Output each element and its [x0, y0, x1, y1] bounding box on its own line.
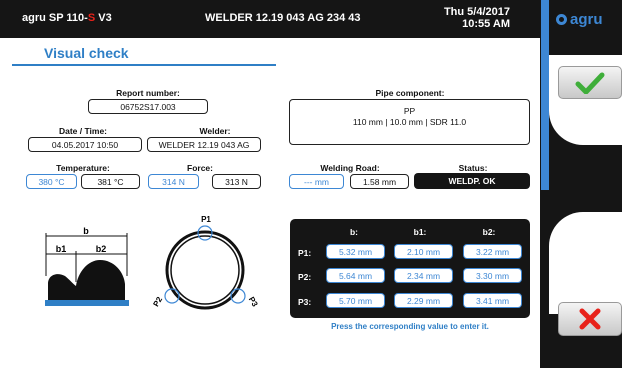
row-label-p3: P3:	[298, 297, 312, 307]
checkmark-icon	[575, 72, 605, 94]
label-b1: b1	[56, 244, 67, 254]
pipe-spec: 110 mm | 10.0 mm | SDR 11.0	[352, 117, 467, 127]
temperature-set-field[interactable]: 380 °C	[26, 174, 77, 189]
confirm-button[interactable]	[558, 66, 622, 99]
close-icon	[579, 308, 601, 330]
force-actual-field[interactable]: 313 N	[212, 174, 261, 189]
force-label: Force:	[187, 163, 213, 173]
datetime-label: Date / Time:	[58, 126, 108, 136]
scrollbar[interactable]	[541, 0, 549, 190]
current-date: Thu 5/4/2017	[443, 6, 510, 18]
row-label-p1: P1:	[298, 248, 312, 258]
label-p3: P3	[247, 295, 260, 308]
weld-bead-shape	[48, 260, 125, 300]
current-time: 10:55 AM	[462, 18, 510, 30]
status-label: Status:	[458, 163, 488, 173]
cancel-button[interactable]	[558, 302, 622, 336]
welder-label: Welder:	[199, 126, 231, 136]
datetime-field[interactable]: 04.05.2017 10:50	[28, 137, 142, 152]
report-number-field[interactable]: 06752S17.003	[88, 99, 208, 114]
pipe-base	[45, 300, 129, 306]
measurements-table: b: b1: b2: P1: 5.32 mm 2.10 mm 3.22 mm P…	[290, 219, 530, 318]
pipe-material: PP	[403, 106, 416, 116]
label-b2: b2	[96, 244, 107, 254]
force-set-field[interactable]: 314 N	[148, 174, 199, 189]
datetime-display: Thu 5/4/2017 10:55 AM	[444, 6, 510, 30]
pipe-inner-ring	[170, 235, 240, 305]
column-header-b: b:	[349, 227, 359, 237]
welding-road-label: Welding Road:	[320, 163, 380, 173]
measurement-p3-b1[interactable]: 2.29 mm	[394, 293, 453, 308]
report-number-label: Report number:	[116, 88, 180, 98]
logo-icon	[556, 14, 567, 25]
row-label-p2: P2:	[298, 272, 312, 282]
machine-model: agru SP 110-S V3	[22, 12, 112, 24]
temperature-actual-field[interactable]: 381 °C	[81, 174, 140, 189]
welding-road-set-field[interactable]: --- mm	[289, 174, 344, 189]
measurement-p3-b[interactable]: 5.70 mm	[326, 293, 385, 308]
title-underline	[12, 64, 276, 66]
temperature-label: Temperature:	[56, 163, 110, 173]
label-p2: P2	[151, 295, 164, 308]
label-p1: P1	[201, 215, 211, 224]
measurement-p1-b[interactable]: 5.32 mm	[326, 244, 385, 259]
page-title: Visual check	[44, 45, 129, 61]
measurement-p2-b1[interactable]: 2.34 mm	[394, 268, 453, 283]
measurement-p1-b1[interactable]: 2.10 mm	[394, 244, 453, 259]
welder-id: WELDER 12.19 043 AG 234 43	[205, 12, 361, 24]
agru-logo: agru	[556, 11, 603, 28]
bead-profile-diagram: b b1 b2	[45, 226, 129, 306]
measurement-p2-b[interactable]: 5.64 mm	[326, 268, 385, 283]
welding-road-actual-field[interactable]: 1.58 mm	[350, 174, 409, 189]
measurement-p1-b2[interactable]: 3.22 mm	[463, 244, 522, 259]
pipe-component-label: Pipe component:	[375, 88, 445, 98]
pipe-component-field[interactable]: PP 110 mm | 10.0 mm | SDR 11.0	[289, 99, 530, 145]
header-bar: agru SP 110-S V3 WELDER 12.19 043 AG 234…	[0, 0, 540, 38]
entry-hint: Press the corresponding value to enter i…	[331, 322, 489, 331]
welder-field[interactable]: WELDER 12.19 043 AG	[147, 137, 261, 152]
label-b: b	[83, 226, 89, 236]
column-header-b1: b1:	[413, 227, 427, 237]
column-header-b2: b2:	[482, 227, 496, 237]
status-badge: WELDP. OK	[414, 173, 530, 189]
panel-cutout-bottom	[549, 212, 622, 314]
measurement-p2-b2[interactable]: 3.30 mm	[463, 268, 522, 283]
measurement-p3-b2[interactable]: 3.41 mm	[463, 293, 522, 308]
pipe-positions-diagram: P1 P2 P3	[151, 215, 260, 310]
